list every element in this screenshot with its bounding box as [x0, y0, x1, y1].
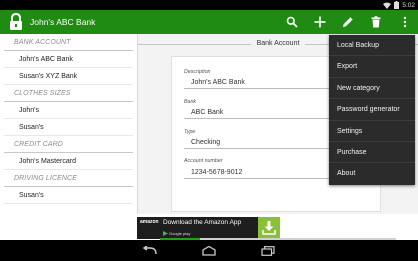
edit-button[interactable] — [337, 10, 359, 34]
ad-text: Download the Amazon App — [163, 219, 242, 226]
overflow-menu-button[interactable] — [394, 10, 416, 34]
account-number-label: Account number — [184, 158, 223, 164]
amazon-logo: amazon — [140, 219, 159, 225]
menu-item-export[interactable]: Export — [329, 56, 415, 78]
list-item[interactable]: Susan's — [4, 119, 133, 136]
category-header: CLOTHES SIZES — [4, 85, 133, 102]
edit-icon — [343, 17, 353, 27]
battery-icon — [394, 1, 400, 9]
lock-icon[interactable] — [8, 13, 24, 31]
back-icon — [142, 245, 157, 254]
ad-download-button[interactable] — [258, 217, 280, 239]
search-icon — [286, 16, 298, 28]
add-icon — [314, 16, 326, 28]
delete-icon — [371, 16, 381, 28]
menu-item-local-backup[interactable]: Local Backup — [329, 35, 415, 57]
list-item[interactable]: John's — [4, 102, 133, 119]
google-play-icon — [163, 230, 168, 236]
status-bar: 5:02 — [0, 0, 418, 10]
add-button[interactable] — [309, 10, 331, 34]
delete-button[interactable] — [365, 10, 387, 34]
home-button[interactable] — [194, 240, 224, 261]
list-item[interactable]: Susan's XYZ Bank — [4, 68, 133, 85]
google-play-label: Google play — [169, 230, 191, 236]
home-icon — [202, 245, 216, 256]
overflow-menu-icon — [403, 16, 407, 28]
menu-item-new-category[interactable]: New category — [329, 78, 415, 100]
google-play-badge: Google play — [163, 230, 190, 236]
ad-banner[interactable]: amazon Download the Amazon App Google pl… — [137, 217, 280, 239]
back-button[interactable] — [135, 240, 165, 261]
entries-list[interactable]: BANK ACCOUNT John's ABC Bank Susan's XYZ… — [0, 34, 138, 214]
detail-title: Bank Account — [250, 40, 306, 47]
recents-button[interactable] — [253, 240, 283, 261]
type-label: Type — [184, 129, 196, 135]
app-title: John's ABC Bank — [30, 17, 96, 27]
ad-area: amazon Download the Amazon App Google pl… — [0, 214, 418, 240]
list-item[interactable]: John's ABC Bank — [4, 51, 133, 68]
bank-label: Bank — [184, 99, 197, 105]
action-bar: John's ABC Bank — [0, 10, 418, 34]
category-header: BANK ACCOUNT — [4, 34, 133, 51]
menu-item-settings[interactable]: Settings — [329, 121, 415, 142]
menu-item-about[interactable]: About — [329, 163, 415, 184]
status-icons: 5:02 — [383, 0, 415, 10]
download-icon — [262, 221, 276, 235]
description-label: Description — [184, 69, 211, 75]
recents-icon — [261, 245, 275, 256]
menu-item-password-generator[interactable]: Password generator — [329, 99, 415, 121]
category-header: CREDIT CARD — [4, 136, 133, 153]
overflow-menu: Local Backup Export New category Passwor… — [329, 35, 415, 185]
search-button[interactable] — [281, 10, 303, 34]
status-time: 5:02 — [402, 1, 415, 9]
wifi-icon — [383, 2, 392, 9]
nav-bar — [0, 240, 418, 261]
category-header: DRIVING LICENCE — [4, 170, 133, 187]
list-item[interactable]: Susan's — [4, 187, 133, 204]
menu-item-purchase[interactable]: Purchase — [329, 142, 415, 164]
list-item[interactable]: John's Mastercard — [4, 153, 133, 170]
